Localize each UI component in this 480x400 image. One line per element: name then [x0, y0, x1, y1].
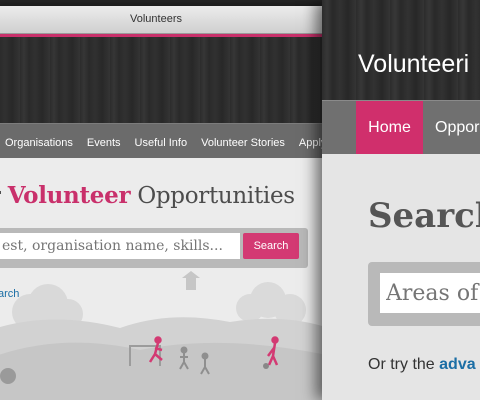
advanced-search-link[interactable]: arch [0, 288, 19, 300]
page-title: Search [368, 196, 480, 236]
site-title: Volunteeri [358, 50, 470, 78]
site-header-banner: Volunteeri [322, 0, 480, 100]
search-input[interactable] [0, 233, 240, 259]
nav-item-opportunities[interactable]: Oppor [435, 101, 479, 154]
back-browser-window: Volunteers Organisations Events Useful I… [0, 6, 322, 400]
page-title: r Volunteer Opportunities [0, 182, 295, 209]
main-nav: Organisations Events Useful Info Volunte… [0, 123, 322, 163]
search-bar: Search [0, 228, 308, 268]
advanced-search-prompt: Or try the adva [368, 356, 476, 374]
nav-item-useful-info[interactable]: Useful Info [135, 137, 188, 149]
window-titlebar: Volunteers [0, 6, 322, 34]
front-browser-window: Volunteeri Home Oppor Search Or try the … [322, 0, 480, 400]
title-highlight: Volunteer [7, 182, 131, 209]
window-title: Volunteers [130, 13, 182, 25]
nav-item-apply[interactable]: Apply [299, 137, 322, 149]
nav-item-volunteer-stories[interactable]: Volunteer Stories [201, 137, 285, 149]
search-bar [368, 262, 480, 326]
main-nav: Home Oppor [322, 100, 480, 155]
advanced-search-link[interactable]: adva [439, 356, 475, 373]
page-content: r Volunteer Opportunities Search [0, 158, 322, 400]
page-content: Search Or try the adva [322, 154, 480, 400]
search-input[interactable] [380, 273, 480, 313]
prompt-text: Or try the [368, 356, 435, 373]
site-header-banner [0, 34, 322, 123]
search-button[interactable]: Search [243, 233, 299, 259]
landscape-illustration [0, 271, 322, 400]
title-prefix: r [0, 183, 1, 209]
nav-item-home[interactable]: Home [356, 101, 423, 154]
nav-item-organisations[interactable]: Organisations [5, 137, 73, 149]
title-suffix: Opportunities [137, 183, 295, 209]
nav-item-events[interactable]: Events [87, 137, 121, 149]
